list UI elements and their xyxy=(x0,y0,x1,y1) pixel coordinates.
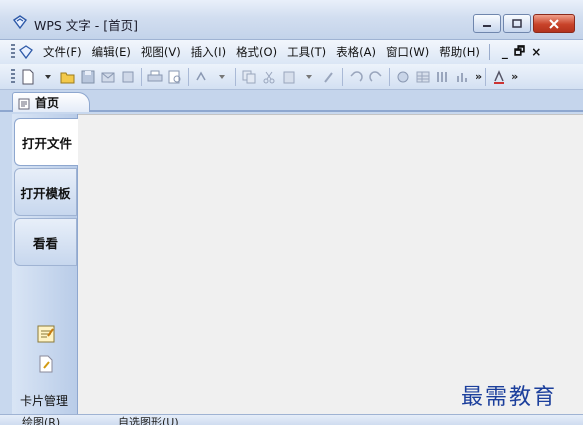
document-menu-icon[interactable] xyxy=(18,44,34,60)
card-edit-icon[interactable] xyxy=(36,354,56,374)
menu-window[interactable]: 窗口(W) xyxy=(381,44,434,60)
home-page-icon xyxy=(18,98,30,109)
chart-button[interactable] xyxy=(454,68,472,86)
menu-file[interactable]: 文件(F) xyxy=(38,44,87,60)
redo-icon xyxy=(369,70,382,82)
menu-bar: 文件(F) 编辑(E) 视图(V) 插入(I) 格式(O) 工具(T) 表格(A… xyxy=(0,40,583,64)
title-bar: WPS 文字 - [首页] xyxy=(0,0,583,40)
paste-dropdown[interactable] xyxy=(300,68,318,86)
copy-button[interactable] xyxy=(240,68,258,86)
toolbar-overflow-button-2[interactable]: » xyxy=(511,70,518,83)
table-button[interactable] xyxy=(414,68,432,86)
menubar-grip[interactable] xyxy=(11,44,15,60)
redo-button[interactable] xyxy=(367,68,385,86)
spellcheck-icon xyxy=(196,70,206,80)
sidebar-item-label: 打开模板 xyxy=(20,185,71,201)
toolbar-separator xyxy=(141,67,142,86)
menu-edit[interactable]: 编辑(E) xyxy=(87,44,136,60)
export-button[interactable] xyxy=(119,68,137,86)
wps-logo-icon xyxy=(12,15,28,30)
print-button[interactable] xyxy=(146,68,164,86)
undo-button[interactable] xyxy=(347,68,365,86)
spellcheck-dropdown[interactable] xyxy=(213,68,231,86)
document-area xyxy=(78,114,583,414)
close-button[interactable] xyxy=(533,14,575,33)
export-icon xyxy=(122,71,134,82)
doc-close-button[interactable]: × xyxy=(531,45,541,59)
scissors-icon xyxy=(263,71,275,83)
menu-help[interactable]: 帮助(H) xyxy=(434,44,485,60)
doc-minimize-button[interactable]: _ xyxy=(502,45,508,59)
toolbar-separator xyxy=(188,67,189,86)
toolbar-grip[interactable] xyxy=(11,68,15,85)
save-button[interactable] xyxy=(79,68,97,86)
watermark-text: 最需教育 xyxy=(461,385,558,410)
drawing-toolbar: 绘图(R) 自选图形(U) xyxy=(0,414,583,425)
print-preview-button[interactable] xyxy=(166,68,184,86)
window-title: WPS 文字 - [首页] xyxy=(34,18,139,33)
save-icon xyxy=(81,70,95,83)
paste-button[interactable] xyxy=(280,68,298,86)
sidebar-item-open-template[interactable]: 打开模板 xyxy=(14,168,77,216)
standard-toolbar: » » xyxy=(0,64,583,90)
folder-open-icon xyxy=(60,72,75,83)
format-painter-button[interactable] xyxy=(320,68,338,86)
sidebar-item-label: 打开文件 xyxy=(21,135,72,151)
autoshape-menu-button[interactable]: 自选图形(U) xyxy=(118,417,179,425)
spellcheck-button[interactable] xyxy=(193,68,211,86)
tab-home[interactable]: 首页 xyxy=(12,92,90,112)
print-icon xyxy=(147,70,163,81)
paste-icon xyxy=(283,71,295,83)
hyperlink-icon xyxy=(397,71,409,82)
print-preview-icon xyxy=(168,70,181,83)
chevron-down-icon xyxy=(219,74,225,79)
mail-icon xyxy=(101,72,115,82)
new-dropdown[interactable] xyxy=(39,68,57,86)
font-color-icon xyxy=(494,69,505,84)
toolbar-separator xyxy=(342,67,343,86)
columns-button[interactable] xyxy=(434,68,452,86)
columns-icon xyxy=(437,71,447,82)
menu-format[interactable]: 格式(O) xyxy=(231,44,282,60)
menu-insert[interactable]: 插入(I) xyxy=(186,44,231,60)
sidebar-item-open-file[interactable]: 打开文件 xyxy=(14,118,79,166)
left-task-panel: 打开文件 打开模板 看看 卡片管理 xyxy=(12,114,79,414)
menu-tools[interactable]: 工具(T) xyxy=(282,44,331,60)
format-painter-icon xyxy=(324,71,333,83)
sidebar-item-look[interactable]: 看看 xyxy=(14,218,77,266)
maximize-button[interactable] xyxy=(503,14,531,33)
tab-home-label: 首页 xyxy=(35,96,60,110)
card-manager-link[interactable]: 卡片管理 xyxy=(20,392,68,409)
doc-restore-button[interactable]: 🗗 xyxy=(514,42,525,63)
menu-separator xyxy=(488,44,490,60)
toolbar-separator xyxy=(389,67,390,86)
toolbar-separator xyxy=(235,67,236,86)
undo-icon xyxy=(350,70,363,82)
close-icon xyxy=(549,18,559,29)
document-tab-strip: 首页 xyxy=(0,90,583,112)
font-color-button[interactable] xyxy=(490,68,508,86)
copy-icon xyxy=(242,70,256,83)
sidebar-item-label: 看看 xyxy=(32,235,58,251)
hyperlink-button[interactable] xyxy=(394,68,412,86)
draw-menu-button[interactable]: 绘图(R) xyxy=(22,417,60,425)
open-button[interactable] xyxy=(59,68,77,86)
cut-button[interactable] xyxy=(260,68,278,86)
table-icon xyxy=(416,71,430,82)
card-settings-icon[interactable] xyxy=(36,324,56,344)
mail-button[interactable] xyxy=(99,68,117,86)
chevron-down-icon xyxy=(45,74,51,79)
menu-view[interactable]: 视图(V) xyxy=(136,44,186,60)
new-doc-icon xyxy=(22,69,34,84)
maximize-icon xyxy=(512,18,522,28)
toolbar-separator xyxy=(485,67,487,86)
chart-icon xyxy=(457,72,467,82)
chevron-down-icon xyxy=(306,74,312,79)
new-doc-button[interactable] xyxy=(19,68,37,86)
menu-table[interactable]: 表格(A) xyxy=(331,44,381,60)
toolbar-overflow-button[interactable]: » xyxy=(475,70,482,83)
minimize-button[interactable] xyxy=(473,14,501,33)
minimize-icon xyxy=(483,24,491,27)
